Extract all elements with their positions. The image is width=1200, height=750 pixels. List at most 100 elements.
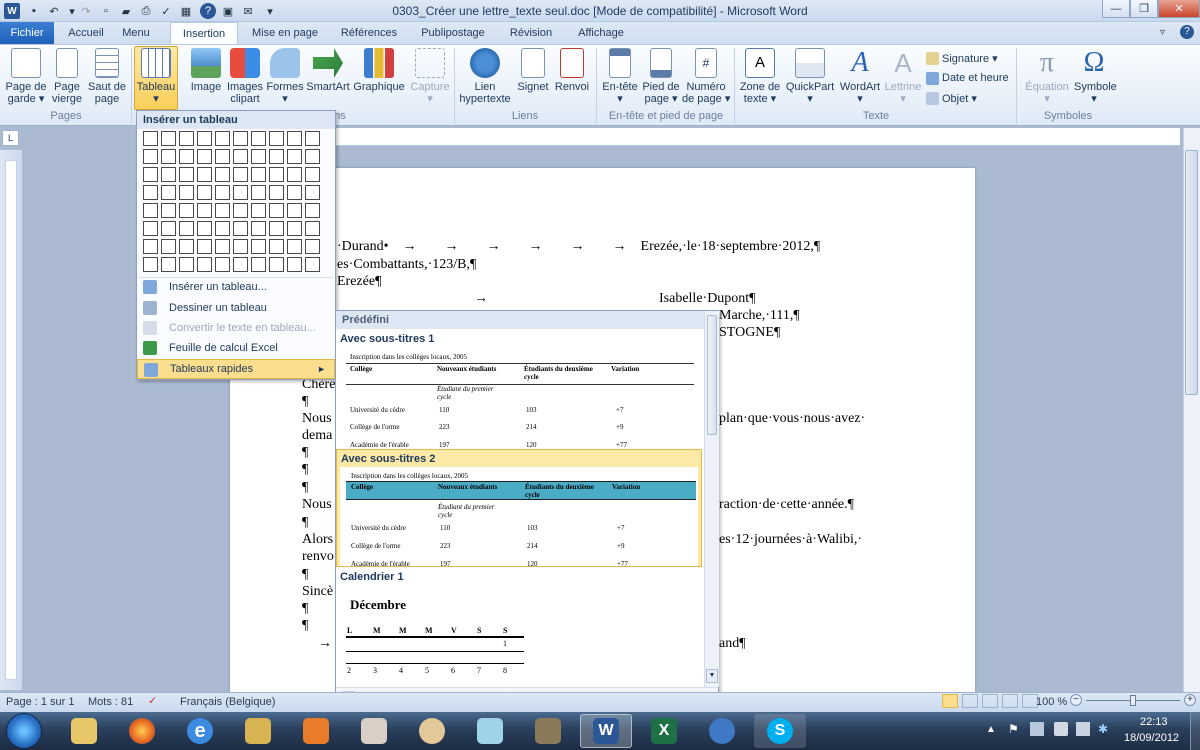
doc-line[interactable]: ¶ bbox=[302, 601, 308, 617]
table-grid-cell[interactable] bbox=[251, 149, 266, 164]
doc-line[interactable]: → bbox=[318, 636, 332, 652]
network-icon[interactable] bbox=[1030, 722, 1044, 736]
table-grid-cell[interactable] bbox=[251, 131, 266, 146]
monitor-icon[interactable] bbox=[1076, 722, 1090, 736]
excel-sheet-item[interactable]: Feuille de calcul Excel bbox=[137, 338, 335, 358]
taskbar-app[interactable] bbox=[232, 714, 284, 748]
table-grid-cell[interactable] bbox=[179, 149, 194, 164]
language[interactable]: Français (Belgique) bbox=[180, 696, 275, 708]
tab-review[interactable]: Révision bbox=[502, 22, 560, 45]
table-grid-cell[interactable] bbox=[179, 257, 194, 272]
date-time-button[interactable]: Date et heure bbox=[926, 69, 1009, 87]
taskbar-paint[interactable] bbox=[406, 714, 458, 748]
doc-line[interactable]: attraction·de·cette·année.¶ bbox=[705, 497, 854, 513]
table-grid-cell[interactable] bbox=[179, 167, 194, 182]
zoom-level[interactable]: 100 % bbox=[1036, 696, 1067, 708]
bluetooth-icon[interactable]: ✱ bbox=[1098, 722, 1112, 736]
table-grid-cell[interactable] bbox=[305, 149, 320, 164]
minimize-button[interactable]: — bbox=[1102, 0, 1130, 18]
table-grid-cell[interactable] bbox=[161, 203, 176, 218]
doc-line[interactable]: ·Durand• → → → → → → Erezée,·le·18·septe… bbox=[337, 239, 820, 255]
doc-line[interactable]: ¶ bbox=[302, 567, 308, 583]
draw-table-item[interactable]: Dessiner un tableau bbox=[137, 298, 335, 318]
insert-table-item[interactable]: Insérer un tableau... bbox=[137, 277, 335, 297]
email-icon[interactable]: ✉ bbox=[240, 3, 256, 19]
quick-table-item-1[interactable]: Avec sous-titres 1 Inscription dans les … bbox=[336, 329, 704, 449]
picture-button[interactable]: Image bbox=[186, 48, 226, 108]
table-grid-cell[interactable] bbox=[215, 185, 230, 200]
smartart-button[interactable]: SmartArt bbox=[306, 48, 350, 108]
table-grid-cell[interactable] bbox=[215, 221, 230, 236]
table-grid-cell[interactable] bbox=[251, 221, 266, 236]
table-grid-cell[interactable] bbox=[269, 221, 284, 236]
symbol-button[interactable]: Ω Symbole ▾ bbox=[1074, 48, 1117, 108]
shapes-button[interactable]: Formes ▾ bbox=[266, 48, 304, 108]
clock-time[interactable]: 22:13 bbox=[1140, 716, 1168, 728]
tab-page-layout[interactable]: Mise en page bbox=[246, 22, 324, 45]
table-grid-cell[interactable] bbox=[287, 203, 302, 218]
table-grid-cell[interactable] bbox=[233, 239, 248, 254]
start-button[interactable] bbox=[6, 713, 42, 749]
tab-home[interactable]: Accueil bbox=[58, 22, 114, 45]
doc-line[interactable]: ¶ bbox=[302, 462, 308, 478]
tab-file[interactable]: Fichier bbox=[0, 22, 54, 45]
show-hidden-icons[interactable]: ▲ bbox=[986, 724, 996, 735]
quick-tables-item[interactable]: Tableaux rapides ► bbox=[137, 359, 335, 379]
doc-line[interactable]: plan·que·vous·nous·avez· bbox=[719, 411, 865, 427]
cover-page-button[interactable]: Page de garde ▾ bbox=[4, 48, 48, 108]
redo-icon[interactable]: ↷ bbox=[78, 3, 94, 19]
print-icon[interactable]: ⎙ bbox=[138, 3, 154, 19]
table-grid-cell[interactable] bbox=[179, 203, 194, 218]
table-grid-cell[interactable] bbox=[287, 239, 302, 254]
table-grid-cell[interactable] bbox=[305, 257, 320, 272]
header-button[interactable]: En-tête ▾ bbox=[600, 48, 640, 108]
doc-line[interactable]: Marche,·111,¶ bbox=[719, 308, 800, 324]
outline-view-icon[interactable] bbox=[1002, 694, 1018, 708]
quick-table-item-3[interactable]: Calendrier 1 Décembre L M M M V S S 1 2 3 4 5 6 7 8 bbox=[336, 569, 704, 685]
table-grid-cell[interactable] bbox=[269, 257, 284, 272]
table-grid-cell[interactable] bbox=[251, 167, 266, 182]
doc-line[interactable]: → bbox=[474, 291, 488, 307]
bookmark-button[interactable]: Signet bbox=[514, 48, 552, 108]
object-button[interactable]: Objet ▾ bbox=[926, 89, 977, 107]
scroll-down-icon[interactable]: ▼ bbox=[706, 669, 718, 683]
doc-line[interactable]: dema bbox=[302, 428, 332, 444]
image-icon[interactable]: ▣ bbox=[220, 3, 236, 19]
table-button-content[interactable]: Tableau ▾ bbox=[134, 48, 178, 108]
table-grid-cell[interactable] bbox=[143, 221, 158, 236]
table-grid-cell[interactable] bbox=[161, 131, 176, 146]
table-grid-cell[interactable] bbox=[197, 257, 212, 272]
table-grid-cell[interactable] bbox=[143, 185, 158, 200]
table-grid-cell[interactable] bbox=[161, 185, 176, 200]
table-grid-cell[interactable] bbox=[197, 131, 212, 146]
table-grid-cell[interactable] bbox=[143, 131, 158, 146]
table-grid-cell[interactable] bbox=[287, 221, 302, 236]
quick-table-item-2[interactable]: Avec sous-titres 2 Inscription dans les … bbox=[336, 449, 702, 567]
doc-line[interactable]: es·12·journées·à·Walibi,· bbox=[719, 532, 862, 548]
tab-view[interactable]: Affichage bbox=[570, 22, 632, 45]
table-grid-cell[interactable] bbox=[269, 185, 284, 200]
page-count[interactable]: Page : 1 sur 1 bbox=[6, 696, 75, 708]
table-icon[interactable]: ▦ bbox=[178, 3, 194, 19]
cross-reference-button[interactable]: Renvoi bbox=[553, 48, 591, 108]
tab-selector[interactable]: L bbox=[2, 130, 19, 146]
word-icon[interactable]: W bbox=[4, 3, 20, 19]
dropcap-button[interactable]: A Lettrine ▾ bbox=[884, 48, 922, 108]
taskbar-thunderbird[interactable] bbox=[696, 714, 748, 748]
table-grid-cell[interactable] bbox=[143, 239, 158, 254]
save-icon[interactable]: ▪ bbox=[26, 3, 42, 19]
doc-line[interactable]: STOGNE¶ bbox=[719, 325, 780, 341]
table-grid-cell[interactable] bbox=[161, 221, 176, 236]
doc-line[interactable]: ¶ bbox=[302, 618, 308, 634]
battery-icon[interactable] bbox=[1054, 722, 1068, 736]
table-grid-cell[interactable] bbox=[287, 185, 302, 200]
tab-mailings[interactable]: Publipostage bbox=[414, 22, 492, 45]
table-grid-cell[interactable] bbox=[215, 167, 230, 182]
table-grid-cell[interactable] bbox=[161, 239, 176, 254]
table-grid-cell[interactable] bbox=[233, 149, 248, 164]
screenshot-button[interactable]: Capture ▾ bbox=[408, 48, 452, 108]
table-grid-cell[interactable] bbox=[251, 239, 266, 254]
text-box-button[interactable]: A Zone de texte ▾ bbox=[738, 48, 782, 108]
taskbar-media[interactable] bbox=[290, 714, 342, 748]
doc-line[interactable]: Nous bbox=[302, 497, 332, 513]
